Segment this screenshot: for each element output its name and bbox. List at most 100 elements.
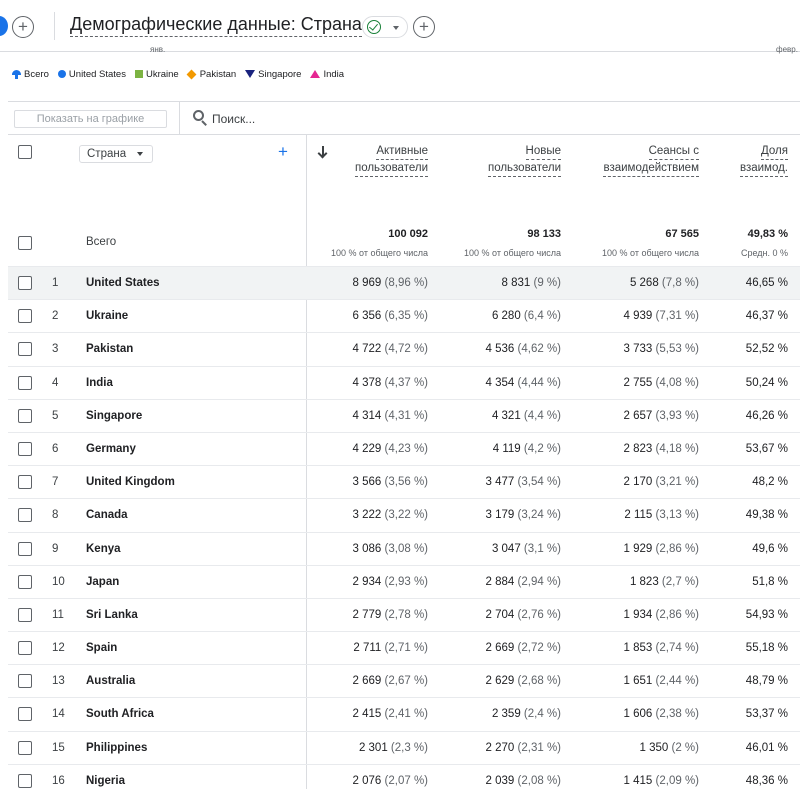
legend-item-ukraine[interactable]: Ukraine: [134, 69, 179, 80]
row-index: 9: [52, 542, 59, 555]
new-users-cell: 4 119 (4,2 %): [492, 442, 561, 455]
country-name[interactable]: Canada: [86, 509, 128, 521]
engagement-rate-cell: 54,93 %: [745, 608, 788, 621]
row-checkbox[interactable]: [18, 740, 32, 755]
search-input[interactable]: [212, 109, 412, 129]
table-row[interactable]: 7 United Kingdom 3 566 (3,56 %) 3 477 (3,54…: [8, 465, 800, 498]
row-checkbox[interactable]: [18, 441, 32, 456]
row-index: 15: [52, 741, 65, 754]
row-checkbox[interactable]: [18, 707, 32, 722]
row-checkbox[interactable]: [18, 674, 32, 689]
table-row[interactable]: 16 Nigeria 2 076 (2,07 %) 2 039 (2,08 %) 1 4…: [8, 763, 800, 789]
country-name[interactable]: Australia: [86, 675, 135, 687]
engaged-sessions-cell: 1 606 (2,38 %): [623, 708, 699, 721]
table-row[interactable]: 3 Pakistan 4 722 (4,72 %) 4 536 (4,62 %) 3 7…: [8, 332, 800, 365]
legend-item-india[interactable]: India: [310, 69, 344, 80]
row-checkbox[interactable]: [18, 342, 32, 357]
country-name[interactable]: United States: [86, 277, 160, 289]
table-row[interactable]: 10 Japan 2 934 (2,93 %) 2 884 (2,94 %) 1 823…: [8, 564, 800, 598]
add-filter-button[interactable]: +: [413, 16, 435, 38]
country-name[interactable]: Philippines: [86, 742, 147, 754]
row-checkbox[interactable]: [18, 375, 32, 390]
total-new-users-share: 100 % от общего числа: [464, 248, 561, 258]
search-icon: [193, 110, 209, 126]
row-checkbox[interactable]: [18, 508, 32, 523]
country-name[interactable]: Japan: [86, 576, 119, 588]
header-checkbox[interactable]: [18, 145, 32, 159]
active-users-cell: 8 969 (8,96 %): [352, 277, 428, 289]
country-name[interactable]: India: [86, 377, 113, 389]
engaged-sessions-cell: 1 415 (2,09 %): [623, 774, 699, 787]
selected-comparison-chip[interactable]: [0, 16, 8, 36]
column-header-new-users[interactable]: Новые пользователи: [487, 143, 561, 177]
engagement-rate-cell: 49,6 %: [752, 542, 788, 555]
engagement-rate-cell: 48,79 %: [745, 675, 788, 688]
totals-checkbox[interactable]: [18, 236, 32, 250]
new-users-cell: 2 270 (2,31 %): [485, 741, 561, 754]
row-checkbox[interactable]: [18, 773, 32, 788]
country-name[interactable]: South Africa: [86, 708, 154, 720]
country-name[interactable]: Pakistan: [86, 343, 133, 355]
country-name[interactable]: Ukraine: [86, 310, 128, 322]
legend-item-total[interactable]: Всего: [12, 69, 49, 80]
page-title[interactable]: Демографические данные: Страна: [70, 14, 362, 37]
row-checkbox[interactable]: [18, 574, 32, 589]
diamond-marker-icon: [186, 69, 197, 79]
active-users-cell: 2 415 (2,41 %): [352, 708, 428, 721]
add-dimension-button[interactable]: +: [276, 143, 290, 161]
column-header-engaged-sessions[interactable]: Сеансы с взаимодействием: [603, 143, 699, 177]
table-row[interactable]: 4 India 4 378 (4,37 %) 4 354 (4,44 %) 2 755 …: [8, 365, 800, 399]
row-checkbox[interactable]: [18, 475, 32, 490]
table-row[interactable]: 6 Germany 4 229 (4,23 %) 4 119 (4,2 %) 2 823…: [8, 431, 800, 465]
total-engaged-sessions-share: 100 % от общего числа: [602, 248, 699, 258]
legend-item-singapore[interactable]: Singapore: [245, 69, 301, 80]
new-users-cell: 2 629 (2,68 %): [485, 675, 561, 688]
engagement-rate-cell: 49,38 %: [745, 509, 788, 522]
engaged-sessions-cell: 5 268 (7,8 %): [629, 277, 699, 289]
active-users-cell: 2 711 (2,71 %): [353, 642, 428, 655]
table-row[interactable]: 5 Singapore 4 314 (4,31 %) 4 321 (4,4 %) 2 6…: [8, 398, 800, 432]
show-on-chart-button[interactable]: Показать на графике: [14, 110, 167, 128]
row-checkbox[interactable]: [18, 541, 32, 556]
country-name[interactable]: Sri Lanka: [86, 609, 138, 621]
table-row[interactable]: 12 Spain 2 711 (2,71 %) 2 669 (2,72 %) 1 853…: [8, 631, 800, 664]
chart-axis-label-feb: февр.: [776, 45, 798, 54]
country-name[interactable]: Singapore: [86, 410, 142, 422]
country-name[interactable]: United Kingdom: [86, 476, 175, 488]
engaged-sessions-cell: 1 929 (2,86 %): [623, 542, 699, 555]
row-checkbox[interactable]: [18, 276, 32, 290]
table-row[interactable]: 11 Sri Lanka 2 779 (2,78 %) 2 704 (2,76 %) 1…: [8, 597, 800, 631]
row-checkbox[interactable]: [18, 309, 32, 324]
table-row[interactable]: 9 Kenya 3 086 (3,08 %) 3 047 (3,1 %) 1 929 (…: [8, 531, 800, 565]
row-checkbox[interactable]: [18, 607, 32, 622]
new-users-cell: 6 280 (6,4 %): [491, 310, 561, 323]
legend-item-united-states[interactable]: United States: [57, 69, 126, 80]
engagement-rate-cell: 55,18 %: [745, 642, 788, 655]
table-row[interactable]: 2 Ukraine 6 356 (6,35 %) 6 280 (6,4 %) 4 939…: [8, 299, 800, 332]
legend-item-pakistan[interactable]: Pakistan: [186, 69, 236, 80]
add-comparison-button[interactable]: +: [12, 16, 34, 38]
row-index: 13: [52, 675, 65, 688]
table-row[interactable]: 1 United States 8 969 (8,96 %) 8 831 (9 %) 5…: [8, 266, 800, 300]
column-header-active-users[interactable]: Активные пользователи: [354, 143, 428, 177]
sort-descending-icon[interactable]: [317, 145, 329, 159]
toolbar-divider: [179, 102, 180, 134]
country-name[interactable]: Germany: [86, 443, 136, 455]
country-name[interactable]: Spain: [86, 642, 117, 654]
country-name[interactable]: Nigeria: [86, 775, 125, 787]
country-name[interactable]: Kenya: [86, 543, 121, 555]
table-row[interactable]: 8 Canada 3 222 (3,22 %) 3 179 (3,24 %) 2 115…: [8, 498, 800, 531]
total-engagement-rate-avg: Средн. 0 %: [740, 248, 788, 258]
table-row[interactable]: 15 Philippines 2 301 (2,3 %) 2 270 (2,31 %)…: [8, 730, 800, 764]
report-status-dropdown[interactable]: [362, 16, 408, 38]
column-header-engagement-rate[interactable]: Доля взаимод.: [739, 143, 788, 177]
row-checkbox[interactable]: [18, 408, 32, 423]
engagement-rate-cell: 53,67 %: [745, 442, 788, 455]
row-checkbox[interactable]: [18, 641, 32, 656]
engaged-sessions-cell: 2 755 (4,08 %): [623, 376, 699, 389]
active-users-cell: 2 076 (2,07 %): [352, 774, 428, 787]
dimension-selector[interactable]: Страна: [79, 145, 153, 163]
table-row[interactable]: 14 South Africa 2 415 (2,41 %) 2 359 (2,4 %…: [8, 697, 800, 730]
table-row[interactable]: 13 Australia 2 669 (2,67 %) 2 629 (2,68 %) 1…: [8, 664, 800, 697]
engagement-rate-cell: 46,01 %: [745, 741, 788, 754]
